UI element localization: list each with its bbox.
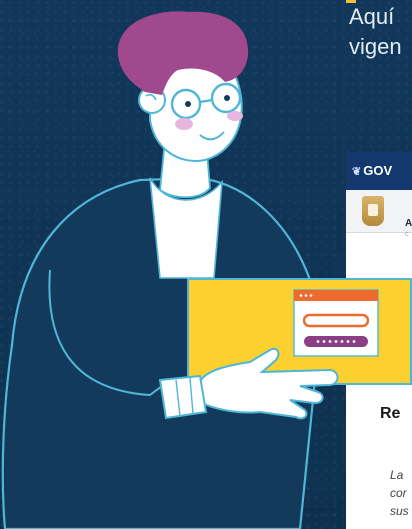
cheek-right: [227, 111, 243, 121]
cheek-left: [175, 118, 193, 130]
form-window-icon: [293, 289, 379, 357]
sleeve-cuff: [158, 374, 208, 420]
person-illustration: [1, 11, 412, 529]
